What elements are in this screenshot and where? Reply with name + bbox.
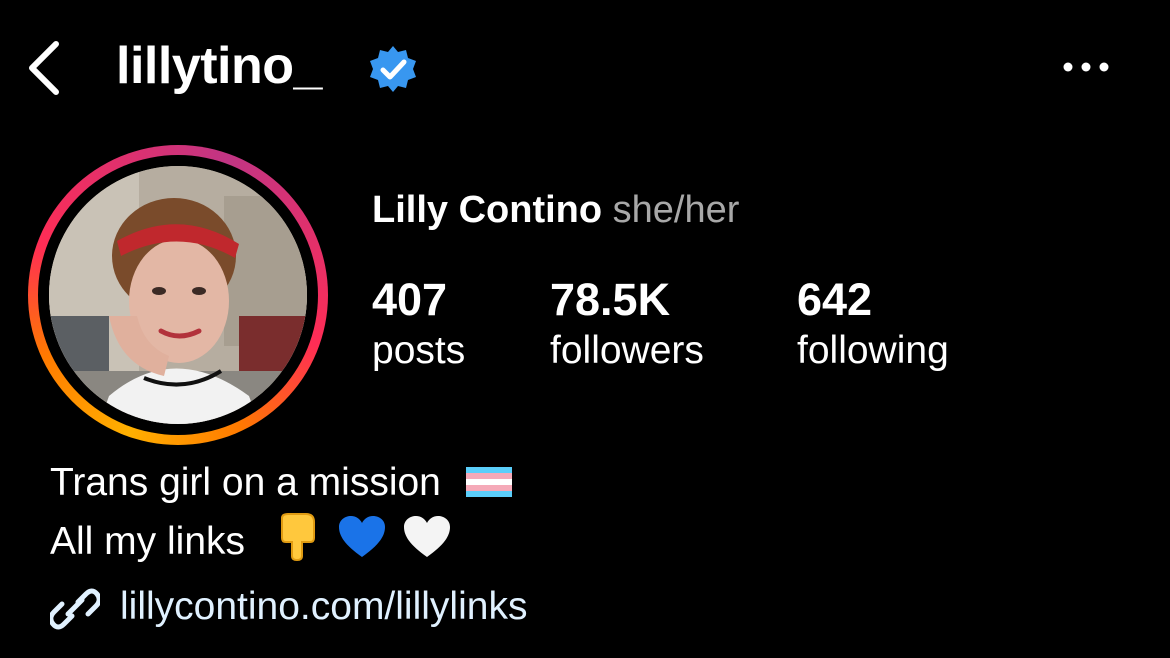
- followers-count-label: followers: [550, 329, 704, 372]
- following-count[interactable]: 642 following: [797, 274, 949, 376]
- pointing-down-hand-icon: [276, 512, 320, 575]
- profile-link-text: lillycontino.com/lillylinks: [120, 585, 528, 628]
- link-icon: [48, 586, 102, 632]
- profile-full-name: Lilly Contino she/her: [372, 186, 739, 234]
- profile-avatar[interactable]: [49, 166, 307, 424]
- full-name-text: Lilly Contino: [372, 189, 603, 231]
- posts-count-value: 407: [372, 274, 448, 325]
- pronouns-text: she/her: [612, 189, 740, 231]
- more-options-button[interactable]: [1058, 52, 1114, 82]
- bio-line-2: All my links: [50, 512, 452, 575]
- followers-count-value: 78.5K: [550, 274, 671, 325]
- transgender-flag-icon: [465, 460, 512, 510]
- avatar-photo: [49, 166, 307, 424]
- following-count-value: 642: [797, 274, 873, 325]
- bio-line-2-text: All my links: [50, 519, 246, 563]
- bio-line-1-text: Trans girl on a mission: [50, 461, 441, 504]
- back-button[interactable]: [22, 38, 68, 98]
- more-horizontal-icon: [1063, 62, 1109, 72]
- chevron-left-icon: [29, 41, 59, 95]
- posts-count[interactable]: 407 posts: [372, 274, 465, 376]
- verified-badge-icon: [368, 44, 418, 94]
- white-heart-icon: [402, 514, 452, 573]
- followers-count[interactable]: 78.5K followers: [550, 274, 704, 376]
- following-count-label: following: [797, 329, 949, 372]
- blue-heart-icon: [337, 514, 387, 573]
- posts-count-label: posts: [372, 329, 466, 372]
- profile-username: lillytino_: [116, 37, 322, 95]
- bio-line-1: Trans girl on a mission: [50, 458, 512, 510]
